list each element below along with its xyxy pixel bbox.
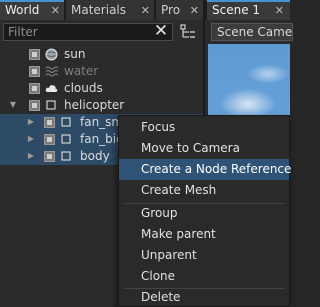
menu-item-delete[interactable]: Delete xyxy=(119,287,289,307)
tab-scene-1[interactable]: Scene 1 ✕ xyxy=(207,0,290,20)
expand-arrow-down-icon[interactable]: ▼ xyxy=(8,99,18,111)
visibility-checkbox[interactable] xyxy=(29,49,40,60)
cloud-icon xyxy=(45,85,58,92)
expand-arrow-right-icon[interactable]: ▶ xyxy=(26,133,36,145)
menu-item-move-to-camera[interactable]: Move to Camera xyxy=(119,138,289,159)
menu-item-label: Group xyxy=(141,206,178,220)
tree-label: sun xyxy=(64,47,86,61)
tab-materials[interactable]: Materials ✕ xyxy=(66,0,154,20)
tab-world-label: World xyxy=(5,3,40,17)
visibility-checkbox[interactable] xyxy=(44,117,55,128)
tree-row-clouds[interactable]: clouds xyxy=(0,80,203,97)
filter-box: ✕ xyxy=(3,23,173,41)
menu-item-make-parent[interactable]: Make parent xyxy=(119,224,289,245)
scene-camera-label: Scene Camera xyxy=(217,25,293,39)
tab-world[interactable]: World ✕ xyxy=(0,0,64,20)
tab-scene-1-close-icon[interactable]: ✕ xyxy=(275,3,284,19)
tab-properties-close-icon[interactable]: ✕ xyxy=(190,3,199,19)
tab-properties-label: Pro xyxy=(161,3,181,17)
left-tab-bar: World ✕ Materials ✕ Pro ✕ xyxy=(0,0,203,20)
menu-item-label: Move to Camera xyxy=(141,141,240,155)
sun-icon xyxy=(45,48,58,61)
tree-label: body xyxy=(80,149,110,163)
tab-materials-label: Materials xyxy=(71,3,127,17)
tree-label: helicopter xyxy=(64,98,125,112)
tab-materials-close-icon[interactable]: ✕ xyxy=(141,3,150,19)
menu-item-label: Create a Node Reference xyxy=(141,162,292,176)
expand-arrow-right-icon[interactable]: ▶ xyxy=(26,150,36,162)
node-icon xyxy=(46,100,56,110)
context-menu: Focus Move to Camera Create a Node Refer… xyxy=(118,115,292,307)
visibility-checkbox[interactable] xyxy=(44,151,55,162)
tree-row-water[interactable]: water xyxy=(0,63,203,80)
menu-item-label: Create Mesh xyxy=(141,183,217,197)
tab-world-close-icon[interactable]: ✕ xyxy=(51,3,60,19)
visibility-checkbox[interactable] xyxy=(44,134,55,145)
node-icon xyxy=(61,151,71,161)
menu-item-create-mesh[interactable]: Create Mesh xyxy=(119,180,289,201)
clear-filter-icon[interactable]: ✕ xyxy=(153,23,169,40)
menu-item-group[interactable]: Group xyxy=(119,203,289,224)
expand-arrow-right-icon[interactable]: ▶ xyxy=(26,116,36,128)
tab-properties[interactable]: Pro ✕ xyxy=(156,0,203,20)
menu-item-create-node-reference[interactable]: Create a Node Reference xyxy=(119,159,292,180)
hierarchy-toggle-icon[interactable] xyxy=(180,24,196,40)
visibility-checkbox[interactable] xyxy=(29,83,40,94)
menu-item-label: Unparent xyxy=(141,248,197,262)
menu-item-label: Delete xyxy=(141,290,181,304)
menu-item-clone[interactable]: Clone xyxy=(119,266,289,287)
tree-row-sun[interactable]: sun xyxy=(0,46,203,63)
node-icon xyxy=(61,117,71,127)
filter-row: ✕ xyxy=(0,20,203,44)
filter-input[interactable] xyxy=(8,25,148,39)
tree-label: water xyxy=(64,64,99,78)
menu-item-focus[interactable]: Focus xyxy=(119,117,289,138)
visibility-checkbox[interactable] xyxy=(29,66,40,77)
scene-camera-dropdown[interactable]: Scene Camera xyxy=(211,23,293,41)
tab-scene-1-label: Scene 1 xyxy=(212,3,261,17)
menu-item-label: Focus xyxy=(141,120,176,134)
menu-item-unparent[interactable]: Unparent xyxy=(119,245,289,266)
tree-label: clouds xyxy=(64,81,103,95)
node-icon xyxy=(61,134,71,144)
menu-item-label: Clone xyxy=(141,269,176,283)
menu-item-label: Make parent xyxy=(141,227,216,241)
tree-row-helicopter[interactable]: ▼ helicopter xyxy=(0,97,203,114)
water-icon xyxy=(45,66,58,77)
visibility-checkbox[interactable] xyxy=(29,100,40,111)
right-tab-bar: Scene 1 ✕ xyxy=(205,0,290,20)
